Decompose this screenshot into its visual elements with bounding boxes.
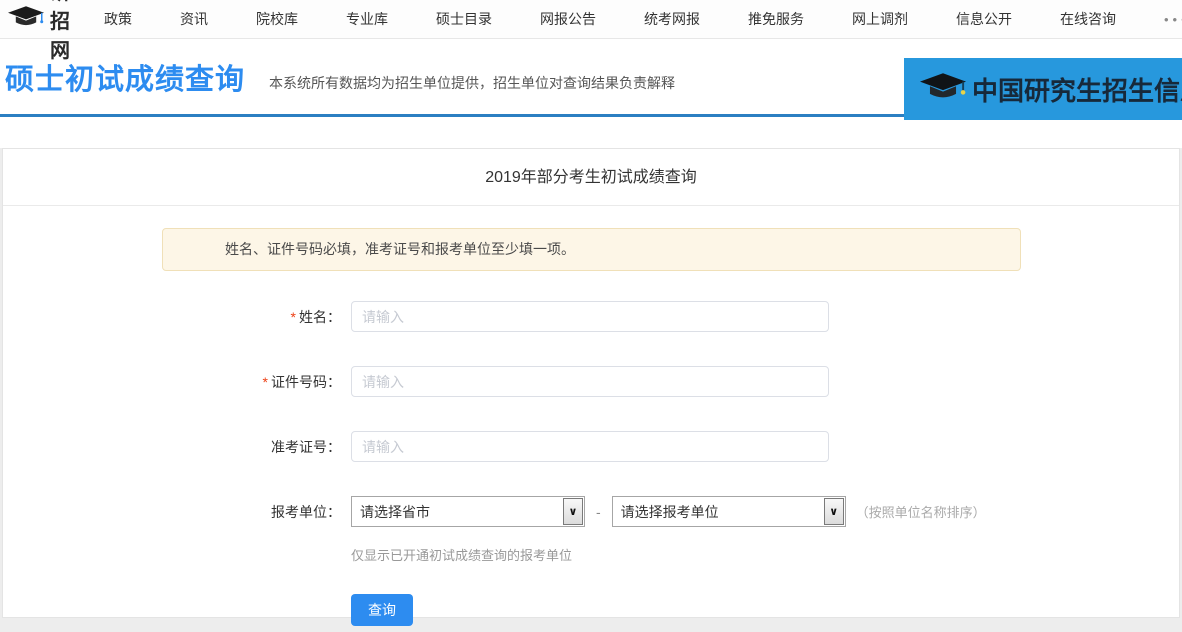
- form-row-unit: 报考单位： 请选择省市 ∨ - 请选择报考单位 ∨ （按照单位名称排序）: [3, 496, 1179, 527]
- page-subtitle: 本系统所有数据均为招生单位提供，招生单位对查询结果负责解释: [269, 74, 676, 91]
- nav-item-online-report-notice[interactable]: 网报公告: [540, 9, 596, 29]
- id-number-label: * 证件号码：: [262, 373, 341, 390]
- top-nav: 研招网 政策 资讯 院校库 专业库 硕士目录 网报公告 统考网报 推免服务 网上…: [0, 0, 1182, 62]
- notice-banner: 姓名、证件号码必填，准考证号和报考单位至少填一项。: [162, 228, 1021, 271]
- query-button[interactable]: 查询: [351, 594, 413, 626]
- province-select[interactable]: 请选择省市 ∨: [351, 496, 585, 527]
- nav-item-policy[interactable]: 政策: [104, 9, 132, 29]
- nav-item-major-library[interactable]: 专业库: [346, 9, 388, 29]
- chevron-down-icon[interactable]: ∨: [823, 498, 844, 525]
- nav-item-college-library[interactable]: 院校库: [256, 9, 298, 29]
- graduation-cap-icon: [904, 71, 966, 108]
- nav-item-online-adjustment[interactable]: 网上调剂: [852, 9, 908, 29]
- site-banner: 中国研究生招生信息网: [904, 58, 1182, 120]
- logo-text: 研招网: [50, 0, 72, 62]
- nav-item-online-consult[interactable]: 在线咨询: [1060, 9, 1116, 29]
- form-row-name: * 姓名：: [3, 301, 1179, 332]
- query-form: *姓名： *证件号码： 准考证号： 报考单位： 请选择省市 ∨ - 请选择报考单…: [3, 301, 1179, 626]
- nav-item-master-catalog[interactable]: 硕士目录: [436, 9, 492, 29]
- form-row-id-number: * 证件号码：: [3, 366, 1179, 397]
- dash-separator: -: [596, 503, 601, 520]
- name-label: * 姓名：: [290, 308, 341, 325]
- unit-select-value: 请选择报考单位: [620, 503, 719, 520]
- nav-item-exempt-service[interactable]: 推免服务: [748, 9, 804, 29]
- name-input[interactable]: [351, 301, 829, 332]
- unit-label: 报考单位：: [271, 503, 341, 520]
- site-logo[interactable]: 研招网: [8, 0, 72, 63]
- sort-hint: （按照单位名称排序）: [855, 505, 986, 520]
- nav-menu: 政策 资讯 院校库 专业库 硕士目录 网报公告 统考网报 推免服务 网上调剂 信…: [104, 9, 1182, 29]
- province-select-value: 请选择省市: [360, 503, 430, 520]
- required-asterisk: *: [290, 308, 296, 325]
- graduation-cap-icon: [8, 5, 44, 34]
- chevron-down-icon[interactable]: ∨: [563, 498, 583, 525]
- admission-ticket-label: 准考证号：: [271, 438, 341, 455]
- nav-item-news[interactable]: 资讯: [180, 9, 208, 29]
- banner-site-name: 中国研究生招生信息网: [972, 76, 1182, 106]
- required-asterisk: *: [262, 373, 268, 390]
- nav-item-info-disclosure[interactable]: 信息公开: [956, 9, 1012, 29]
- query-card: 2019年部分考生初试成绩查询 姓名、证件号码必填，准考证号和报考单位至少填一项…: [2, 148, 1180, 626]
- content-gap: [0, 117, 1182, 148]
- id-number-input[interactable]: [351, 366, 829, 397]
- admission-ticket-input[interactable]: [351, 431, 829, 462]
- nav-item-unified-exam[interactable]: 统考网报: [644, 9, 700, 29]
- unit-select[interactable]: 请选择报考单位 ∨: [611, 496, 846, 527]
- nav-more-dots[interactable]: •••: [1164, 12, 1182, 27]
- unit-note: 仅显示已开通初试成绩查询的报考单位: [351, 548, 573, 563]
- page-header: 硕士初试成绩查询 本系统所有数据均为招生单位提供，招生单位对查询结果负责解释 中…: [0, 39, 1182, 120]
- form-row-admission-ticket: 准考证号：: [3, 431, 1179, 462]
- card-title: 2019年部分考生初试成绩查询: [3, 149, 1179, 206]
